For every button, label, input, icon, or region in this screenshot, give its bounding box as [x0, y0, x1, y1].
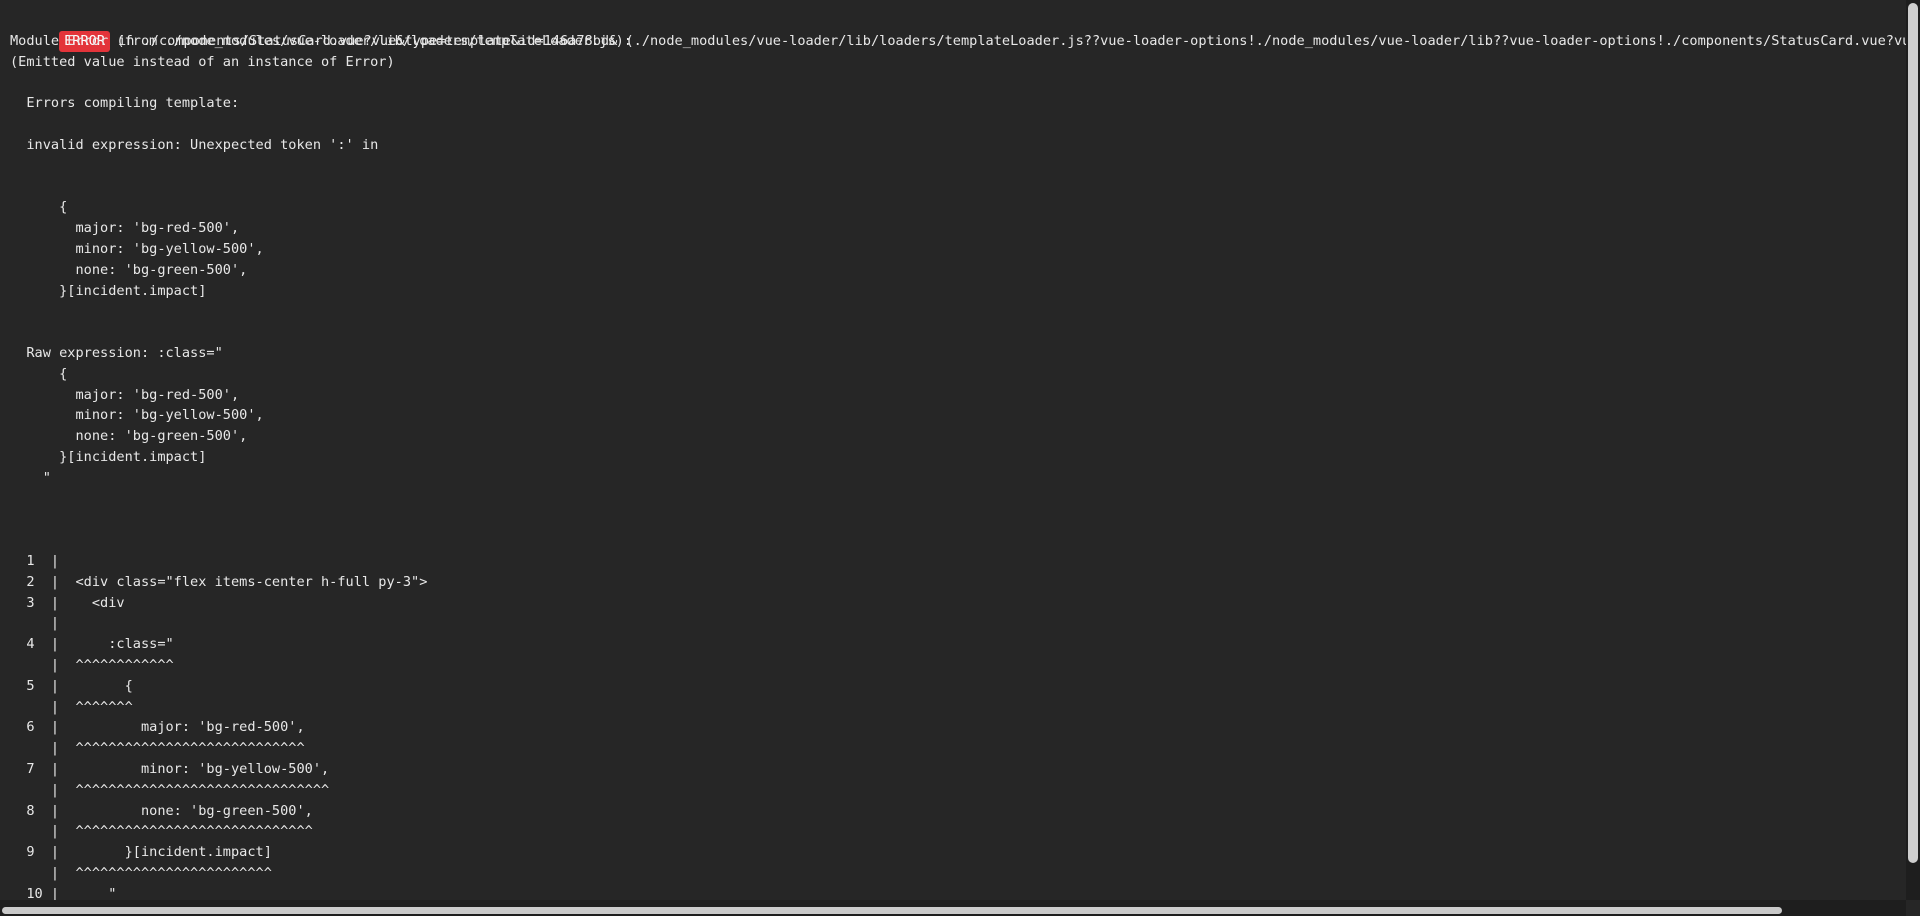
- log-line: invalid expression: Unexpected token ':'…: [10, 137, 379, 153]
- log-line: ": [10, 469, 51, 486]
- log-line: minor: 'bg-yellow-500',: [10, 241, 264, 257]
- log-line: 6 | major: 'bg-red-500',: [10, 719, 305, 736]
- log-line: major: 'bg-red-500',: [10, 220, 240, 237]
- log-line: 7 | minor: 'bg-yellow-500',: [10, 761, 330, 777]
- log-line: Module Error (from ./node_modules/vue-lo…: [10, 33, 632, 49]
- log-line: 1 |: [10, 553, 60, 569]
- log-line: 9 | }[incident.impact]: [10, 844, 272, 861]
- horizontal-scrollbar[interactable]: [0, 900, 1906, 916]
- log-line: none: 'bg-green-500',: [10, 428, 248, 445]
- log-line: | ^^^^^^^^^^^^^^^^^^^^^^^^^^^^^^^: [10, 781, 330, 798]
- log-line: {: [10, 199, 68, 216]
- log-line: | ^^^^^^^: [10, 698, 133, 715]
- log-line: }[incident.impact]: [10, 282, 207, 299]
- log-line: |: [10, 615, 60, 632]
- horizontal-scrollbar-thumb[interactable]: [2, 907, 1782, 914]
- log-line: none: 'bg-green-500',: [10, 261, 248, 278]
- log-line: | ^^^^^^^^^^^^^^^^^^^^^^^^: [10, 865, 272, 881]
- log-line: 3 | <div: [10, 594, 125, 611]
- log-line: 5 | {: [10, 677, 133, 694]
- log-line: }[incident.impact]: [10, 449, 207, 465]
- error-overlay: ERROR in ./components/StatusCard.vue?vue&…: [0, 0, 1920, 916]
- log-line: minor: 'bg-yellow-500',: [10, 407, 264, 424]
- log-line: | ^^^^^^^^^^^^^^^^^^^^^^^^^^^^^: [10, 823, 313, 840]
- log-line: major: 'bg-red-500',: [10, 386, 240, 403]
- error-log: ERROR in ./components/StatusCard.vue?vue&…: [0, 0, 1906, 900]
- vertical-scrollbar-thumb[interactable]: [1908, 3, 1918, 863]
- log-line: (Emitted value instead of an instance of…: [10, 53, 395, 70]
- error-header: ERROR in ./components/StatusCard.vue?vue&…: [10, 10, 1906, 52]
- log-line: | ^^^^^^^^^^^^^^^^^^^^^^^^^^^^: [10, 740, 305, 757]
- log-line: {: [10, 365, 68, 382]
- log-line: 8 | none: 'bg-green-500',: [10, 802, 313, 819]
- log-line: 2 | <div class="flex items-center h-full…: [10, 573, 428, 590]
- vertical-scrollbar[interactable]: [1906, 0, 1920, 900]
- log-line: 10 | ": [10, 885, 117, 900]
- log-line: Raw expression: :class=": [10, 345, 223, 361]
- log-line: 4 | :class=": [10, 636, 174, 653]
- log-line: Errors compiling template:: [10, 95, 240, 112]
- log-line: | ^^^^^^^^^^^^: [10, 657, 174, 673]
